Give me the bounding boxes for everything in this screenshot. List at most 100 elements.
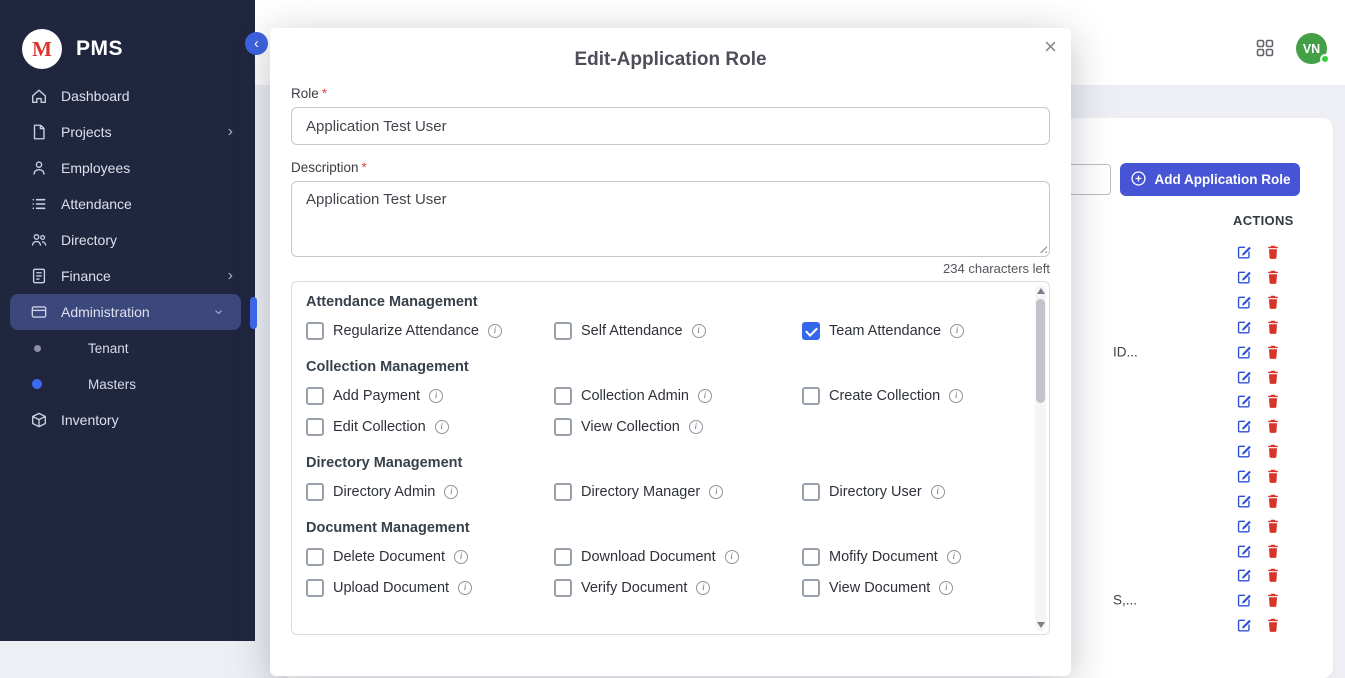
checkbox[interactable]	[802, 387, 820, 405]
sidebar-subitem-masters[interactable]: Masters	[0, 366, 255, 402]
delete-icon[interactable]	[1265, 617, 1281, 633]
edit-icon[interactable]	[1236, 294, 1252, 310]
permission-option-download-document[interactable]: Download Documenti	[554, 547, 802, 567]
delete-icon[interactable]	[1265, 393, 1281, 409]
sidebar-item-administration[interactable]: Administration›	[10, 294, 241, 330]
checkbox[interactable]	[554, 579, 572, 597]
info-icon[interactable]: i	[931, 485, 945, 499]
edit-icon[interactable]	[1236, 418, 1252, 434]
permission-option-directory-admin[interactable]: Directory Admini	[306, 482, 554, 502]
scrollbar[interactable]	[1035, 285, 1046, 631]
edit-icon[interactable]	[1236, 393, 1252, 409]
checkbox[interactable]	[802, 548, 820, 566]
info-icon[interactable]: i	[939, 581, 953, 595]
edit-icon[interactable]	[1236, 319, 1252, 335]
info-icon[interactable]: i	[698, 389, 712, 403]
sidebar-item-inventory[interactable]: Inventory	[0, 402, 255, 438]
checkbox[interactable]	[306, 483, 324, 501]
description-textarea[interactable]: Application Test User	[291, 181, 1050, 257]
permission-option-upload-document[interactable]: Upload Documenti	[306, 578, 554, 598]
sidebar-item-attendance[interactable]: Attendance	[0, 186, 255, 222]
permission-option-mofify-document[interactable]: Mofify Documenti	[802, 547, 1027, 567]
info-icon[interactable]: i	[458, 581, 472, 595]
delete-icon[interactable]	[1265, 344, 1281, 360]
edit-icon[interactable]	[1236, 369, 1252, 385]
permission-option-self-attendance[interactable]: Self Attendancei	[554, 321, 802, 341]
info-icon[interactable]: i	[435, 420, 449, 434]
checkbox[interactable]	[802, 483, 820, 501]
edit-icon[interactable]	[1236, 443, 1252, 459]
sidebar-subitem-tenant[interactable]: Tenant	[0, 330, 255, 366]
info-icon[interactable]: i	[444, 485, 458, 499]
checkbox[interactable]	[306, 548, 324, 566]
sidebar-item-projects[interactable]: Projects›	[0, 114, 255, 150]
permission-option-view-collection[interactable]: View Collectioni	[554, 417, 802, 437]
delete-icon[interactable]	[1265, 543, 1281, 559]
scroll-up-icon[interactable]	[1037, 288, 1045, 294]
delete-icon[interactable]	[1265, 319, 1281, 335]
checkbox[interactable]	[306, 579, 324, 597]
edit-icon[interactable]	[1236, 269, 1252, 285]
edit-icon[interactable]	[1236, 493, 1252, 509]
edit-icon[interactable]	[1236, 518, 1252, 534]
checkbox[interactable]	[802, 579, 820, 597]
info-icon[interactable]: i	[950, 324, 964, 338]
role-input[interactable]	[291, 107, 1050, 145]
info-icon[interactable]: i	[725, 550, 739, 564]
scroll-down-icon[interactable]	[1037, 622, 1045, 628]
edit-icon[interactable]	[1236, 468, 1252, 484]
permission-option-add-payment[interactable]: Add Paymenti	[306, 386, 554, 406]
info-icon[interactable]: i	[709, 485, 723, 499]
sidebar-item-dashboard[interactable]: Dashboard	[0, 78, 255, 114]
info-icon[interactable]: i	[454, 550, 468, 564]
checkbox[interactable]	[554, 548, 572, 566]
permission-option-create-collection[interactable]: Create Collectioni	[802, 386, 1027, 406]
delete-icon[interactable]	[1265, 269, 1281, 285]
delete-icon[interactable]	[1265, 592, 1281, 608]
delete-icon[interactable]	[1265, 443, 1281, 459]
checkbox[interactable]	[306, 387, 324, 405]
permission-option-directory-manager[interactable]: Directory Manageri	[554, 482, 802, 502]
permission-option-directory-user[interactable]: Directory Useri	[802, 482, 1027, 502]
checkbox[interactable]	[554, 418, 572, 436]
delete-icon[interactable]	[1265, 518, 1281, 534]
checkbox[interactable]	[306, 322, 324, 340]
add-application-role-button[interactable]: Add Application Role	[1120, 163, 1300, 196]
info-icon[interactable]: i	[947, 550, 961, 564]
permission-option-view-document[interactable]: View Documenti	[802, 578, 1027, 598]
sidebar-item-finance[interactable]: Finance›	[0, 258, 255, 294]
checkbox[interactable]	[306, 418, 324, 436]
permission-option-regularize-attendance[interactable]: Regularize Attendancei	[306, 321, 554, 341]
delete-icon[interactable]	[1265, 369, 1281, 385]
delete-icon[interactable]	[1265, 567, 1281, 583]
permission-option-edit-collection[interactable]: Edit Collectioni	[306, 417, 554, 437]
edit-icon[interactable]	[1236, 543, 1252, 559]
info-icon[interactable]: i	[949, 389, 963, 403]
delete-icon[interactable]	[1265, 468, 1281, 484]
delete-icon[interactable]	[1265, 244, 1281, 260]
info-icon[interactable]: i	[696, 581, 710, 595]
info-icon[interactable]: i	[692, 324, 706, 338]
info-icon[interactable]: i	[488, 324, 502, 338]
edit-icon[interactable]	[1236, 344, 1252, 360]
sidebar-item-employees[interactable]: Employees	[0, 150, 255, 186]
permission-option-collection-admin[interactable]: Collection Admini	[554, 386, 802, 406]
permission-option-verify-document[interactable]: Verify Documenti	[554, 578, 802, 598]
edit-icon[interactable]	[1236, 592, 1252, 608]
delete-icon[interactable]	[1265, 493, 1281, 509]
info-icon[interactable]: i	[429, 389, 443, 403]
edit-icon[interactable]	[1236, 244, 1252, 260]
permission-option-team-attendance[interactable]: Team Attendancei	[802, 321, 1027, 341]
edit-icon[interactable]	[1236, 567, 1252, 583]
checkbox[interactable]	[554, 322, 572, 340]
edit-icon[interactable]	[1236, 617, 1252, 633]
delete-icon[interactable]	[1265, 294, 1281, 310]
info-icon[interactable]: i	[689, 420, 703, 434]
sidebar-item-directory[interactable]: Directory	[0, 222, 255, 258]
apps-grid-icon[interactable]	[1255, 38, 1275, 58]
delete-icon[interactable]	[1265, 418, 1281, 434]
checkbox[interactable]	[802, 322, 820, 340]
permission-option-delete-document[interactable]: Delete Documenti	[306, 547, 554, 567]
checkbox[interactable]	[554, 483, 572, 501]
close-icon[interactable]: ×	[1044, 34, 1057, 60]
